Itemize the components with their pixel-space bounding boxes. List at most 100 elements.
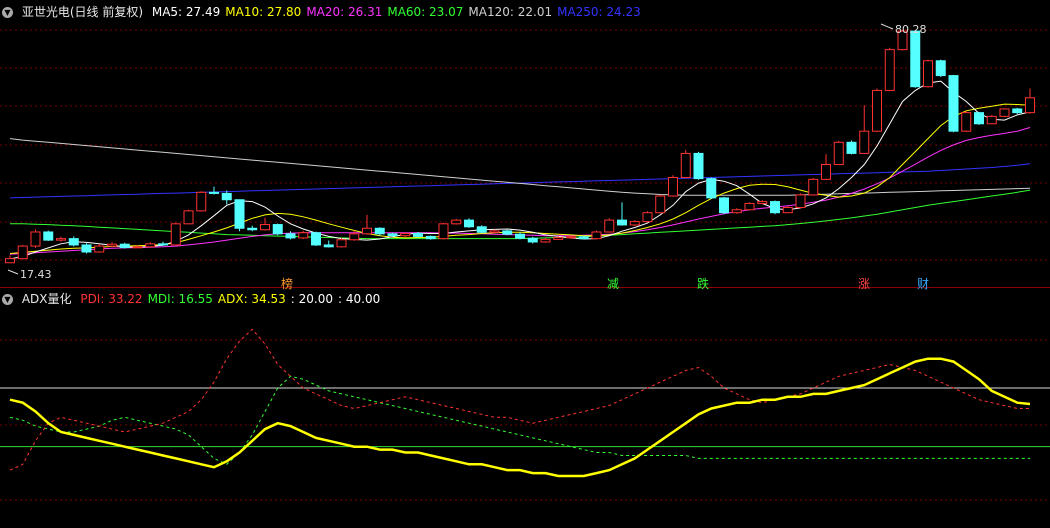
candle-body <box>272 224 283 235</box>
candle-body <box>81 244 92 253</box>
candle-body <box>94 245 105 253</box>
candle-body <box>731 209 742 214</box>
ma-legend-item: MA60: 23.07 <box>387 5 464 19</box>
mdi-line <box>9 375 1030 465</box>
candle-body <box>489 230 500 233</box>
event-tag[interactable]: 减 <box>607 275 619 292</box>
chevron-down-icon[interactable]: ▼ <box>2 294 13 305</box>
adx-legend-item: : 20.00 <box>290 292 334 306</box>
event-tag[interactable]: 财 <box>917 275 929 292</box>
ma-legend: MA5: 27.49 MA10: 27.80 MA20: 26.31 MA60: 23… <box>152 5 646 19</box>
candle-body <box>349 233 360 241</box>
low-price-label: 17.43 <box>20 268 52 281</box>
adx-legend-item: MDI: 16.55 <box>147 292 213 306</box>
candle-body <box>795 194 806 209</box>
candle-body <box>642 212 653 223</box>
candle-body <box>719 197 729 214</box>
candle-body <box>629 221 640 226</box>
candle-body <box>974 112 984 125</box>
candle-body <box>884 49 895 91</box>
ma60-line <box>10 189 1031 240</box>
candle-body <box>451 219 462 225</box>
candle-body <box>770 201 780 214</box>
candle-body <box>362 227 372 235</box>
event-tag[interactable]: 涨 <box>858 275 870 292</box>
candle-body <box>935 60 946 77</box>
candle-body <box>617 219 627 226</box>
candle-body <box>846 141 857 154</box>
panel-divider <box>0 287 1050 288</box>
ma-legend-item: MA20: 26.31 <box>306 5 383 19</box>
candle-body <box>68 238 79 246</box>
candle-body <box>1025 97 1035 114</box>
candle-body <box>680 152 691 178</box>
candle-body <box>1012 108 1023 114</box>
candle-body <box>209 191 219 194</box>
candle-body <box>234 199 245 229</box>
candle-body <box>247 227 258 231</box>
candle-body <box>464 219 474 228</box>
candle-body <box>540 238 551 243</box>
low-price-pointer <box>7 269 19 275</box>
candle-body <box>298 232 309 239</box>
candle-body <box>56 238 66 241</box>
candle-body <box>502 230 513 235</box>
candle-body <box>859 130 870 154</box>
candle-body <box>527 237 538 243</box>
candle-body <box>425 235 436 240</box>
candle-body <box>30 231 41 247</box>
candle-body <box>132 246 143 249</box>
candle-body <box>923 60 933 88</box>
candle-body <box>170 223 181 246</box>
candle-body <box>757 201 768 204</box>
candle-body <box>948 75 959 132</box>
candle-body <box>961 112 972 132</box>
candle-body <box>744 202 755 211</box>
candle-body <box>374 227 385 235</box>
adx-legend-item: ADX: 34.53 <box>217 292 286 306</box>
candle-body <box>668 177 678 197</box>
candle-body <box>145 243 156 248</box>
adx-legend: PDI: 33.22 MDI: 16.55 ADX: 34.53 : 20.00 : 4… <box>80 292 385 306</box>
ma-legend-item: MA10: 27.80 <box>225 5 302 19</box>
candle-body <box>986 115 997 125</box>
candle-body <box>119 243 130 249</box>
main-chart-header: ▼ 亚世光电(日线 前复权) MA5: 27.49 MA10: 27.80 MA20… <box>2 4 651 20</box>
candle-body <box>221 192 232 201</box>
candle-body <box>285 233 296 239</box>
ma-legend-item: MA5: 27.49 <box>151 5 221 19</box>
candle-body <box>323 244 334 248</box>
candle-body <box>260 224 270 231</box>
indicator-title[interactable]: ADX量化 <box>22 292 72 306</box>
candle-body <box>183 210 194 225</box>
candle-body <box>808 178 819 196</box>
candle-body <box>336 239 347 248</box>
adx-legend-item: PDI: 33.22 <box>80 292 143 306</box>
event-tag[interactable]: 跌 <box>697 275 709 292</box>
candle-body <box>578 236 589 240</box>
candle-body <box>553 237 564 240</box>
candle-body <box>413 232 423 237</box>
candle-body <box>311 232 321 246</box>
candle-body <box>604 219 615 233</box>
candle-body <box>706 178 717 199</box>
candle-body <box>387 233 398 237</box>
pdi-line <box>9 328 1030 471</box>
candle-body <box>196 191 207 212</box>
adx-legend-item: : 40.00 <box>338 292 381 306</box>
candle-body <box>999 108 1010 117</box>
stock-title[interactable]: 亚世光电(日线 前复权) <box>22 5 143 19</box>
event-tag[interactable]: 榜 <box>281 275 293 292</box>
chevron-down-icon[interactable]: ▼ <box>2 7 13 18</box>
adx-line <box>9 357 1031 478</box>
candle-body <box>655 195 666 214</box>
candle-body <box>910 30 921 88</box>
chart-canvas[interactable]: 80.28 17.43 <box>0 0 1050 528</box>
high-price-label: 80.28 <box>895 23 927 36</box>
candle-body <box>515 233 525 239</box>
ma-legend-item: MA120: 22.01 <box>468 5 553 19</box>
candle-body <box>693 152 704 180</box>
candle-body <box>782 207 793 214</box>
candle-body <box>872 89 882 132</box>
candle-body <box>17 245 28 260</box>
